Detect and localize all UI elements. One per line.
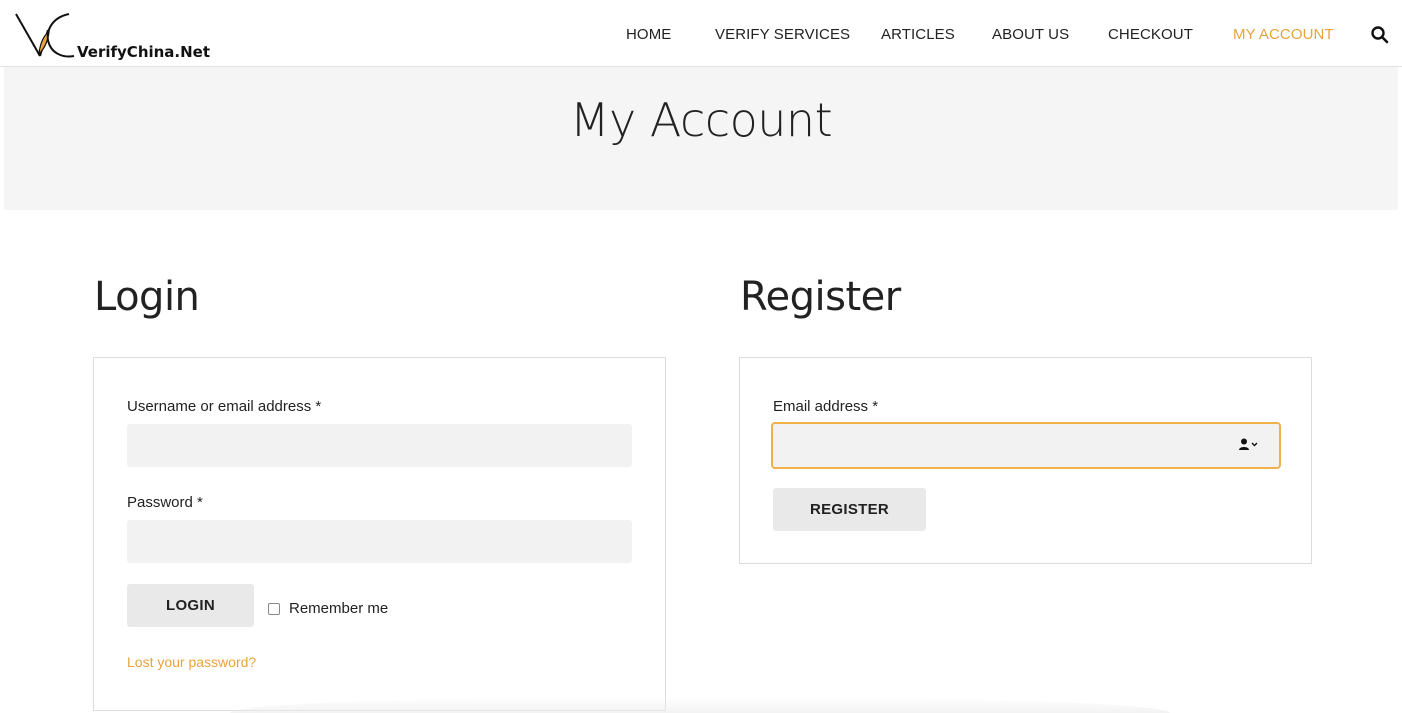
email-label: Email address *: [773, 398, 879, 415]
page-title-banner: My Account: [4, 67, 1398, 210]
register-button[interactable]: REGISTER: [773, 488, 926, 531]
username-field[interactable]: [127, 424, 632, 467]
register-heading: Register: [740, 274, 901, 320]
login-heading: Login: [94, 274, 200, 320]
search-icon[interactable]: [1370, 25, 1390, 45]
main-nav: HOME VERIFY SERVICES ARTICLES ABOUT US C…: [0, 0, 1402, 67]
site-header: VerifyChina.Net HOME VERIFY SERVICES ART…: [0, 0, 1402, 67]
page-title: My Account: [569, 93, 833, 147]
remember-me-checkbox[interactable]: [268, 602, 280, 615]
nav-my-account[interactable]: MY ACCOUNT: [1233, 26, 1334, 43]
password-field[interactable]: [127, 520, 632, 563]
email-field[interactable]: [771, 422, 1281, 469]
lost-password-link[interactable]: Lost your password?: [127, 654, 256, 670]
nav-checkout[interactable]: CHECKOUT: [1108, 26, 1193, 43]
nav-home[interactable]: HOME: [626, 26, 671, 43]
nav-articles[interactable]: ARTICLES: [881, 26, 955, 43]
register-form: Email address * REGISTER: [739, 357, 1312, 564]
username-label: Username or email address *: [127, 398, 322, 415]
remember-me-label: Remember me: [289, 600, 389, 617]
nav-about-us[interactable]: ABOUT US: [992, 26, 1069, 43]
nav-verify-services[interactable]: VERIFY SERVICES: [715, 26, 850, 43]
login-button[interactable]: LOGIN: [127, 584, 254, 627]
contact-autofill-icon[interactable]: [1238, 437, 1260, 453]
login-form: Username or email address * Password * L…: [93, 357, 666, 711]
remember-me[interactable]: Remember me: [268, 600, 388, 617]
password-label: Password *: [127, 494, 203, 511]
